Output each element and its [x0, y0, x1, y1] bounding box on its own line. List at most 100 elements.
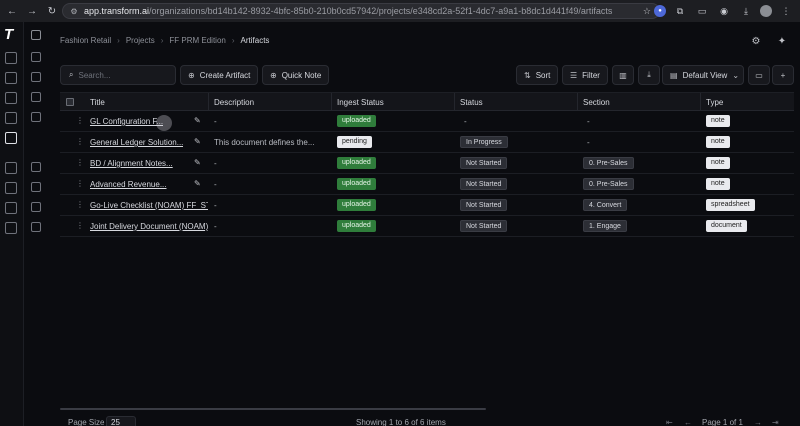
sidebar-magic-icon[interactable]: [5, 202, 17, 214]
horizontal-scrollbar[interactable]: [60, 408, 486, 410]
menu-dots-icon[interactable]: ⋮: [778, 3, 794, 19]
header-ingest-status[interactable]: Ingest Status: [337, 98, 384, 107]
edit-pencil-icon[interactable]: ✎: [194, 116, 201, 125]
table-footer: Page Size 25 Showing 1 to 6 of 6 items ⇤…: [60, 414, 794, 426]
nav-book-icon[interactable]: [31, 112, 41, 122]
sort-button[interactable]: ⇅ Sort: [516, 65, 559, 85]
cast-icon[interactable]: ▭: [694, 3, 710, 19]
site-info-icon[interactable]: ⚙: [69, 6, 79, 16]
quick-note-label: Quick Note: [281, 70, 322, 80]
sparkle-ai-icon[interactable]: ✦: [776, 35, 788, 47]
columns-button[interactable]: ▥: [612, 65, 634, 85]
breadcrumb-current: Artifacts: [240, 36, 270, 45]
first-page-icon[interactable]: ⇤: [666, 418, 673, 426]
edit-pencil-icon[interactable]: ✎: [194, 179, 201, 188]
column-divider: [208, 93, 209, 111]
nav-grid-icon[interactable]: [31, 52, 41, 62]
table-row[interactable]: ⋮ General Ledger Solution... ✎ This docu…: [60, 132, 794, 153]
header-title[interactable]: Title: [90, 98, 105, 107]
sidebar-clipboard-icon[interactable]: [5, 182, 17, 194]
artifact-description: -: [214, 222, 217, 231]
page-size-select[interactable]: 25: [106, 416, 136, 426]
nav-apps-icon[interactable]: [31, 162, 41, 172]
breadcrumb-org[interactable]: Fashion Retail: [60, 36, 111, 45]
artifact-description: -: [214, 180, 217, 189]
row-menu-icon[interactable]: ⋮: [76, 137, 84, 146]
edit-pencil-icon[interactable]: ✎: [194, 158, 201, 167]
breadcrumb-project[interactable]: FF PRM Edition: [169, 36, 225, 45]
sidebar-search-icon[interactable]: [5, 162, 17, 174]
artifact-title-link[interactable]: General Ledger Solution...: [90, 138, 183, 147]
address-bar[interactable]: ⚙ app.transform.ai/organizations/bd14b14…: [62, 3, 660, 19]
row-menu-icon[interactable]: ⋮: [76, 200, 84, 209]
type-badge: note: [706, 136, 730, 148]
artifact-title-link[interactable]: Joint Delivery Document (NOAM): [90, 222, 208, 231]
artifact-title-link[interactable]: GL Configuration F...: [90, 117, 163, 126]
table-row[interactable]: ⋮ Joint Delivery Document (NOAM) - uploa…: [60, 216, 794, 237]
sidebar-artifacts-icon[interactable]: [5, 132, 17, 144]
header-status[interactable]: Status: [460, 98, 483, 107]
nav-calendar2-icon[interactable]: [31, 182, 41, 192]
save-view-button[interactable]: ▭: [748, 65, 770, 85]
header-description[interactable]: Description: [214, 98, 254, 107]
row-menu-icon[interactable]: ⋮: [76, 179, 84, 188]
breadcrumb-separator: ›: [231, 36, 235, 45]
showing-count: Showing 1 to 6 of 6 items: [356, 418, 446, 426]
breadcrumb-projects[interactable]: Projects: [126, 36, 155, 45]
table-row[interactable]: ⋮ Go-Live Checklist (NOAM) FF_ST... - up…: [60, 195, 794, 216]
sidebar-settings-icon[interactable]: [5, 222, 17, 234]
table-row[interactable]: ⋮ Advanced Revenue... ✎ - uploaded Not S…: [60, 174, 794, 195]
transform-logo[interactable]: T: [4, 27, 20, 42]
sidebar-dashboard-icon[interactable]: [5, 72, 17, 84]
download-button[interactable]: ⤓: [638, 65, 660, 85]
row-menu-icon[interactable]: ⋮: [76, 158, 84, 167]
filter-button[interactable]: ☰ Filter: [562, 65, 608, 85]
puzzle-extensions-icon[interactable]: ⧉: [672, 3, 688, 19]
prev-page-icon[interactable]: ←: [684, 418, 692, 426]
collapse-sidebar-icon[interactable]: [31, 30, 41, 40]
column-divider: [454, 93, 455, 111]
nav-trend-icon[interactable]: [31, 202, 41, 212]
artifact-title-link[interactable]: Go-Live Checklist (NOAM) FF_ST...: [90, 201, 208, 210]
header-type[interactable]: Type: [706, 98, 723, 107]
artifact-title-link[interactable]: BD / Alignment Notes...: [90, 159, 173, 168]
settings-gear-icon[interactable]: ⚙: [750, 35, 762, 47]
next-page-icon[interactable]: →: [754, 418, 762, 426]
browser-toolbar: ← → ↻ ⚙ app.transform.ai/organizations/b…: [0, 0, 800, 22]
header-section[interactable]: Section: [583, 98, 610, 107]
add-view-button[interactable]: +: [772, 65, 794, 85]
nav-calendar-icon[interactable]: [31, 92, 41, 102]
table-row[interactable]: ⋮ BD / Alignment Notes... ✎ - uploaded N…: [60, 153, 794, 174]
profile-switch-icon[interactable]: ◉: [716, 3, 732, 19]
bookmark-star-icon[interactable]: ☆: [643, 6, 651, 17]
url-path: /organizations/bd14b142-8932-4bfc-85b0-2…: [149, 6, 613, 16]
edit-pencil-icon[interactable]: ✎: [194, 137, 201, 146]
status-badge: Not Started: [460, 199, 508, 211]
download-icon[interactable]: ⤓: [738, 3, 754, 19]
create-artifact-button[interactable]: ⊕ Create Artifact: [180, 65, 259, 85]
plus-circle-icon: ⊕: [188, 70, 195, 80]
view-label: Default View: [682, 70, 728, 80]
plus-icon: +: [780, 70, 786, 80]
view-selector[interactable]: ▤ Default View ⌄: [662, 65, 744, 85]
last-page-icon[interactable]: ⇥: [772, 418, 779, 426]
quick-note-button[interactable]: ⊕ Quick Note: [262, 65, 330, 85]
reload-icon[interactable]: ↻: [44, 3, 60, 19]
ingest-status-badge: uploaded: [337, 220, 376, 232]
extension-icon[interactable]: ●: [654, 5, 666, 17]
row-menu-icon[interactable]: ⋮: [76, 221, 84, 230]
search-box[interactable]: ⌕: [60, 65, 176, 85]
forward-icon[interactable]: →: [24, 3, 40, 19]
artifact-title-link[interactable]: Advanced Revenue...: [90, 180, 167, 189]
sidebar-inbox-icon[interactable]: [5, 112, 17, 124]
nav-folder-icon[interactable]: [31, 222, 41, 232]
profile-avatar[interactable]: [760, 5, 772, 17]
sidebar-panel-icon[interactable]: [5, 52, 17, 64]
sidebar-history-icon[interactable]: [5, 92, 17, 104]
row-menu-icon[interactable]: ⋮: [76, 116, 84, 125]
column-divider: [577, 93, 578, 111]
back-icon[interactable]: ←: [4, 3, 20, 19]
nav-chart-icon[interactable]: [31, 72, 41, 82]
select-all-checkbox[interactable]: [66, 98, 74, 106]
search-input[interactable]: [78, 70, 169, 80]
